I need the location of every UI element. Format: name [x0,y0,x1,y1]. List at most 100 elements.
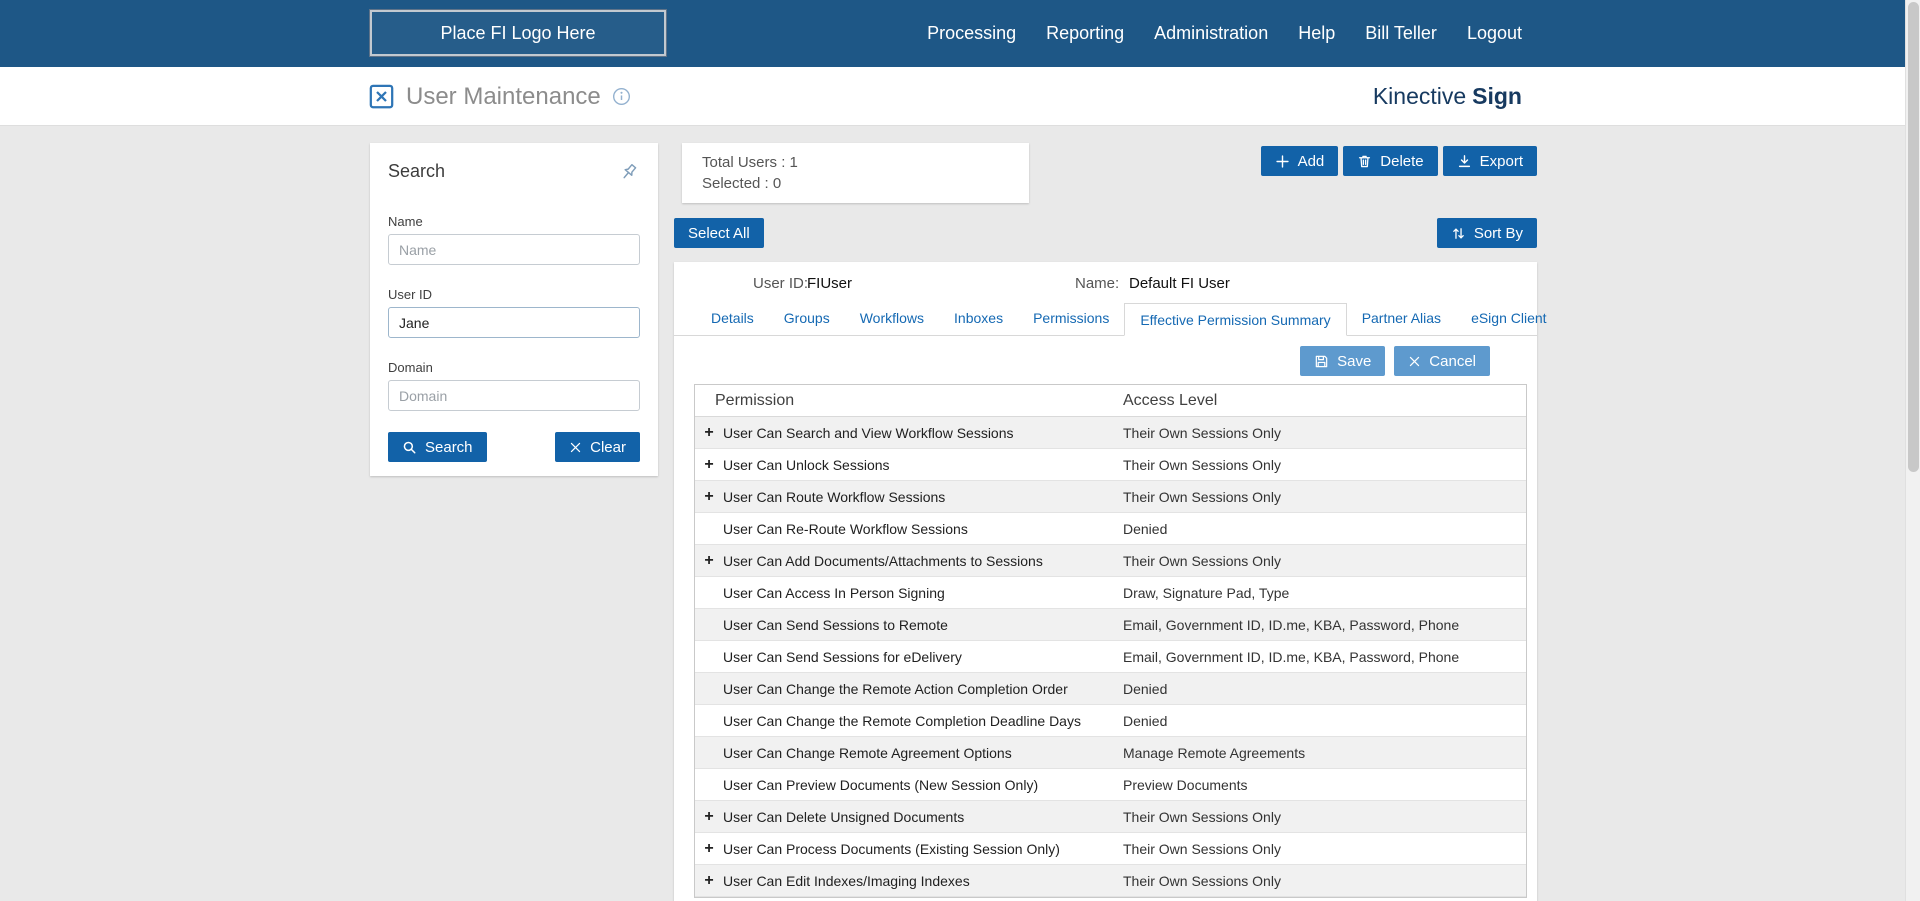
permission-name: User Can Send Sessions for eDelivery [723,648,962,665]
permission-row: + User Can Process Documents (Existing Se… [695,833,1526,865]
scrollbar-thumb[interactable] [1908,2,1919,472]
content-area: Search Name User ID Domain [0,126,1920,901]
permissions-table-header: Permission Access Level [695,385,1526,417]
tab-esign-client[interactable]: eSign Client [1456,302,1562,335]
access-level: Their Own Sessions Only [1123,872,1281,889]
permission-name: User Can Process Documents (Existing Ses… [723,840,1060,857]
expand-icon[interactable]: + [695,552,723,569]
permission-name: User Can Add Documents/Attachments to Se… [723,552,1043,569]
save-button[interactable]: Save [1300,346,1386,376]
permission-row: User Can Change the Remote Completion De… [695,705,1526,737]
topnav-item-bill-teller[interactable]: Bill Teller [1365,23,1437,44]
topnav-item-processing[interactable]: Processing [927,23,1016,44]
tab-effective-permission-summary[interactable]: Effective Permission Summary [1124,303,1347,336]
permission-name: User Can Change Remote Agreement Options [723,744,1012,761]
tab-details[interactable]: Details [696,302,769,335]
access-level: Draw, Signature Pad, Type [1123,584,1290,601]
permission-row: User Can Re-Route Workflow Sessions Denie… [695,513,1526,545]
search-button[interactable]: Search [388,432,487,462]
permission-row: + User Can Route Workflow Sessions Their O… [695,481,1526,513]
permission-name: User Can Change the Remote Action Comple… [723,680,1068,697]
permission-row: + User Can Edit Indexes/Imaging Indexes Th… [695,865,1526,897]
info-icon[interactable] [612,87,631,106]
trash-icon [1357,154,1372,169]
add-button[interactable]: Add [1260,146,1339,176]
pin-icon[interactable] [617,161,640,184]
fi-logo-text: Place FI Logo Here [440,22,596,43]
clear-button[interactable]: Clear [555,432,640,462]
selected-count-text: Selected : 0 [702,175,782,192]
expand-icon[interactable]: + [695,872,723,889]
access-level: Their Own Sessions Only [1123,456,1281,473]
permission-name: User Can Send Sessions to Remote [723,616,948,633]
tab-inboxes[interactable]: Inboxes [939,302,1018,335]
permission-row: User Can Change Remote Agreement Options… [695,737,1526,769]
search-button-label: Search [425,438,473,456]
access-level: Their Own Sessions Only [1123,840,1281,857]
permission-row: User Can Send Sessions to Remote Email, G… [695,609,1526,641]
topnav-item-reporting[interactable]: Reporting [1046,23,1124,44]
cancel-button-label: Cancel [1429,352,1476,370]
permission-row: User Can Change the Remote Action Comple… [695,673,1526,705]
access-level: Preview Documents [1123,776,1248,793]
access-level: Email, Government ID, ID.me, KBA, Passwo… [1123,648,1460,665]
expand-icon[interactable]: + [695,488,723,505]
access-level-column-header: Access Level [1123,391,1218,409]
delete-button[interactable]: Delete [1343,146,1438,176]
select-all-label: Select All [688,224,750,242]
user-name-label: Name: [1075,275,1120,292]
user-id-input[interactable] [388,307,640,338]
user-maintenance-icon [368,83,395,110]
top-navbar: Place FI Logo Here Processing Reporting … [0,0,1920,67]
permission-name: User Can Preview Documents (New Session … [723,776,1039,793]
total-users-text: Total Users : 1 [702,154,798,171]
search-panel-title: Search [388,161,446,181]
expand-icon[interactable]: + [695,840,723,857]
domain-input[interactable] [388,380,640,411]
vertical-scrollbar[interactable] [1905,0,1920,901]
permission-column-header: Permission [715,391,795,409]
permissions-table-body: + User Can Search and View Workflow Sessi… [695,417,1526,897]
brand-first: Kinective [1372,83,1467,109]
tab-workflows[interactable]: Workflows [845,302,939,335]
expand-icon[interactable]: + [695,808,723,825]
clear-button-label: Clear [590,438,626,456]
user-detail-card: User ID: FIUser Name: Default FI User De… [674,262,1547,901]
tab-groups[interactable]: Groups [769,302,845,335]
expand-icon[interactable]: + [695,456,723,473]
permission-row: User Can Send Sessions for eDelivery Emai… [695,641,1526,673]
summary-panel: Total Users : 1 Selected : 0 [682,143,1029,203]
topnav-item-help[interactable]: Help [1298,23,1335,44]
permission-name: User Can Re-Route Workflow Sessions [723,520,968,537]
permission-row: User Can Access In Person Signing Draw, S… [695,577,1526,609]
cancel-button[interactable]: Cancel [1394,346,1490,376]
expand-icon[interactable]: + [695,424,723,441]
search-icon [402,440,417,455]
access-level: Denied [1123,520,1168,537]
user-id-value: FIUser [807,275,852,292]
domain-field-label: Domain [388,360,433,375]
plus-icon [1275,154,1290,169]
name-input[interactable] [388,234,640,265]
close-icon [1408,355,1421,368]
permission-name: User Can Access In Person Signing [723,584,945,601]
user-id-field-label: User ID [388,287,433,302]
page-header: User Maintenance Kinective Sign [0,67,1920,126]
name-field-label: Name [388,214,423,229]
brand-second: Sign [1472,83,1522,109]
select-all-button[interactable]: Select All [674,218,764,248]
topnav-item-logout[interactable]: Logout [1467,23,1522,44]
save-icon [1314,354,1329,369]
tab-permissions[interactable]: Permissions [1018,302,1124,335]
brand-logo: Kinective Sign [1373,67,1522,126]
sort-by-button[interactable]: Sort By [1436,218,1537,248]
export-button-label: Export [1479,152,1523,170]
permission-row: + User Can Add Documents/Attachments to S… [695,545,1526,577]
toolbar: Add Delete Export [1260,146,1537,176]
export-button[interactable]: Export [1442,146,1537,176]
tab-partner-alias[interactable]: Partner Alias [1347,302,1456,335]
access-level: Their Own Sessions Only [1123,488,1281,505]
permission-row: + User Can Delete Unsigned Documents Their… [695,801,1526,833]
close-icon [569,441,582,454]
topnav-item-administration[interactable]: Administration [1154,23,1268,44]
